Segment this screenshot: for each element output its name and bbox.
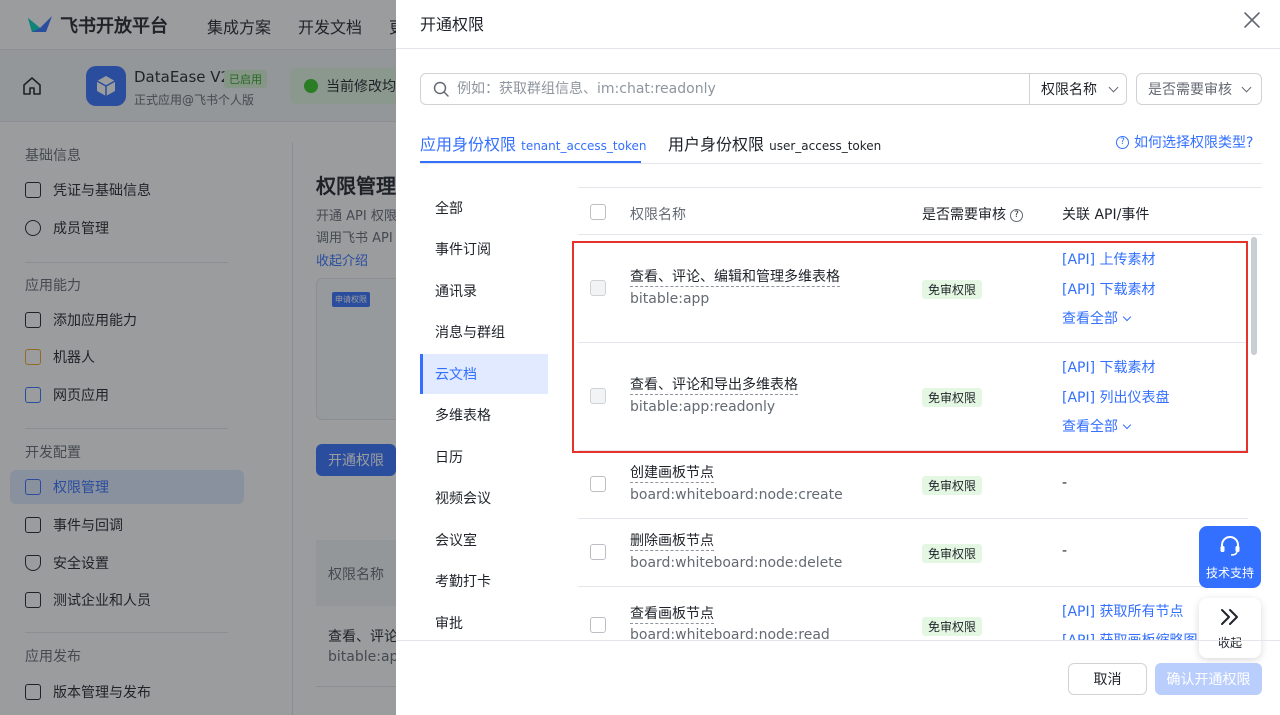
- review-badge: 免审权限: [922, 280, 983, 299]
- select-placeholder: 是否需要审核: [1148, 82, 1232, 98]
- select-all-checkbox[interactable]: [590, 204, 606, 220]
- permission-table-header: 权限名称 是否需要审核? 关联 API/事件: [578, 187, 1262, 235]
- close-icon[interactable]: [1242, 10, 1262, 30]
- search-input[interactable]: [457, 81, 1017, 97]
- chevron-down-icon: [1241, 82, 1252, 93]
- chevron-down-icon: [1122, 420, 1132, 430]
- divider: [396, 48, 1280, 49]
- chevron-down-icon: [1108, 82, 1119, 93]
- table-row: 查看、评论、编辑和管理多维表格 bitable:app 免审权限 [API] 上…: [578, 235, 1248, 343]
- collapse-label: 收起: [1217, 636, 1242, 650]
- permission-type-help-link[interactable]: ? 如何选择权限类型?: [1116, 132, 1253, 152]
- api-link[interactable]: [API] 列出仪表盘: [1062, 387, 1170, 407]
- api-empty: -: [1062, 543, 1068, 559]
- category-messages[interactable]: 消息与群组: [420, 312, 548, 352]
- table-row: 创建画板节点 board:whiteboard:node:create 免审权限…: [578, 451, 1248, 519]
- api-empty: -: [1062, 475, 1068, 491]
- category-calendar[interactable]: 日历: [420, 437, 548, 477]
- question-circle-icon[interactable]: ?: [1010, 208, 1023, 222]
- review-badge: 免审权限: [922, 476, 983, 495]
- category-video-meeting[interactable]: 视频会议: [420, 478, 548, 518]
- permission-name[interactable]: 查看、评论和导出多维表格: [630, 376, 798, 395]
- table-row: 删除画板节点 board:whiteboard:node:delete 免审权限…: [578, 519, 1248, 587]
- select-value: 权限名称: [1041, 82, 1097, 98]
- review-badge: 免审权限: [922, 544, 983, 563]
- tech-support-button[interactable]: 技术支持: [1199, 526, 1261, 588]
- drawer-title: 开通权限: [420, 15, 485, 34]
- permission-scope: board:whiteboard:node:delete: [630, 555, 843, 571]
- review-badge: 免审权限: [922, 617, 983, 636]
- column-header-review: 是否需要审核?: [922, 204, 1023, 224]
- tab-user-permission[interactable]: 用户身份权限 user_access_token: [668, 131, 881, 155]
- help-link-text: 如何选择权限类型?: [1134, 135, 1254, 151]
- row-checkbox[interactable]: [590, 617, 606, 633]
- permission-scope: board:whiteboard:node:read: [630, 627, 830, 640]
- collapse-button[interactable]: 收起: [1199, 598, 1261, 658]
- footer-divider: [396, 640, 1280, 641]
- search-box: [420, 73, 1030, 105]
- category-bitable[interactable]: 多维表格: [420, 395, 548, 435]
- chevron-down-icon: [1122, 312, 1132, 322]
- api-link[interactable]: [API] 下载素材: [1062, 279, 1156, 299]
- headset-icon: [1220, 536, 1240, 556]
- view-all-link[interactable]: 查看全部: [1062, 416, 1132, 436]
- tab-label: 应用身份权限: [420, 135, 517, 154]
- row-checkbox[interactable]: [590, 544, 606, 560]
- category-approval[interactable]: 审批: [420, 603, 548, 643]
- row-checkbox[interactable]: [590, 388, 606, 404]
- permission-scope: bitable:app: [630, 291, 710, 307]
- category-docs[interactable]: 云文档: [420, 354, 548, 394]
- api-link[interactable]: [API] 下载素材: [1062, 357, 1156, 377]
- category-all[interactable]: 全部: [420, 188, 548, 228]
- view-all-text: 查看全部: [1062, 419, 1118, 435]
- permission-name[interactable]: 删除画板节点: [630, 532, 714, 551]
- category-events[interactable]: 事件订阅: [420, 229, 548, 269]
- column-header-api: 关联 API/事件: [1062, 207, 1150, 223]
- tab-label: 用户身份权限: [668, 135, 765, 154]
- review-badge: 免审权限: [922, 388, 983, 407]
- question-circle-icon: ?: [1116, 135, 1129, 149]
- row-checkbox[interactable]: [590, 280, 606, 296]
- row-checkbox[interactable]: [590, 476, 606, 492]
- tech-support-label: 技术支持: [1205, 566, 1254, 580]
- search-icon: [433, 81, 449, 97]
- api-link[interactable]: [API] 获取所有节点: [1062, 601, 1184, 621]
- double-chevron-right-icon: [1221, 609, 1238, 625]
- cancel-button[interactable]: 取消: [1068, 663, 1147, 695]
- category-attendance[interactable]: 考勤打卡: [420, 561, 548, 601]
- permission-name[interactable]: 查看、评论、编辑和管理多维表格: [630, 268, 840, 287]
- tabs-divider: [420, 163, 1262, 164]
- category-meeting-room[interactable]: 会议室: [420, 520, 548, 560]
- table-row: 查看、评论和导出多维表格 bitable:app:readonly 免审权限 […: [578, 343, 1248, 451]
- column-header-name: 权限名称: [630, 207, 686, 223]
- view-all-link[interactable]: 查看全部: [1062, 308, 1132, 328]
- table-scrollbar[interactable]: [1251, 237, 1257, 355]
- category-contacts[interactable]: 通讯录: [420, 271, 548, 311]
- api-link[interactable]: [API] 获取画板缩略图: [1062, 630, 1198, 640]
- permission-scope: bitable:app:readonly: [630, 399, 776, 415]
- open-permission-drawer: 开通权限 权限名称 是否需要审核 应用身份权限 tenant_access_to…: [396, 0, 1280, 715]
- permission-name[interactable]: 查看画板节点: [630, 605, 714, 624]
- column-header-review-text: 是否需要审核: [922, 207, 1006, 223]
- table-row: 查看画板节点 board:whiteboard:node:read 免审权限 […: [578, 587, 1248, 640]
- view-all-text: 查看全部: [1062, 311, 1118, 327]
- tab-sublabel: tenant_access_token: [521, 139, 647, 153]
- search-field-select[interactable]: 权限名称: [1029, 73, 1127, 105]
- confirm-open-permission-button[interactable]: 确认开通权限: [1155, 663, 1262, 695]
- review-filter-select[interactable]: 是否需要审核: [1136, 73, 1262, 105]
- permission-name[interactable]: 创建画板节点: [630, 464, 714, 483]
- tab-sublabel: user_access_token: [769, 139, 882, 153]
- tab-tenant-permission[interactable]: 应用身份权限 tenant_access_token: [420, 131, 646, 155]
- api-link[interactable]: [API] 上传素材: [1062, 249, 1156, 269]
- permission-scope: board:whiteboard:node:create: [630, 487, 843, 503]
